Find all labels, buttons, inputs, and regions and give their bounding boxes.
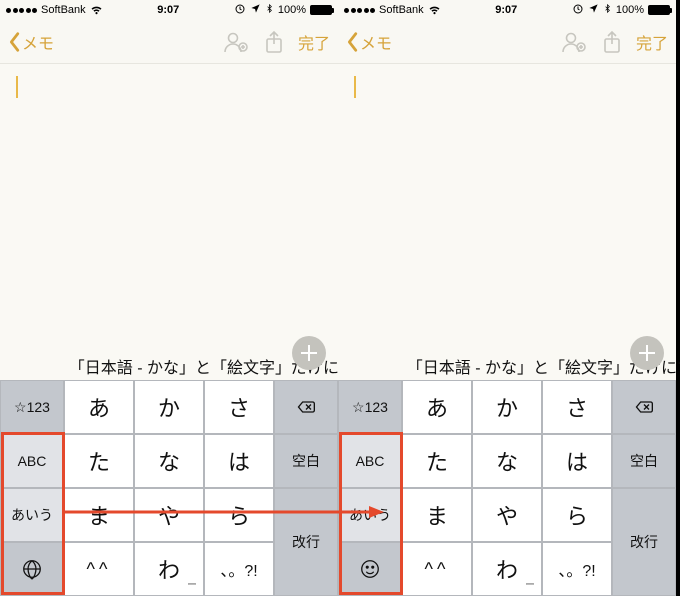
- share-icon[interactable]: [264, 30, 284, 54]
- text-cursor: [354, 76, 356, 98]
- wifi-icon: [428, 2, 441, 18]
- key-abc-mode[interactable]: ABC: [0, 434, 64, 488]
- key-return[interactable]: 改行: [612, 488, 676, 596]
- key-caret[interactable]: ^^: [402, 542, 472, 596]
- key-a[interactable]: あ: [402, 380, 472, 434]
- share-icon[interactable]: [602, 30, 622, 54]
- key-punct[interactable]: 、。?!: [542, 542, 612, 596]
- key-ha[interactable]: は: [542, 434, 612, 488]
- globe-icon: [21, 558, 43, 580]
- key-wa[interactable]: わ ー: [134, 542, 204, 596]
- rotation-lock-icon: [572, 3, 584, 18]
- clock: 9:07: [495, 4, 517, 16]
- key-kana-mode[interactable]: あいう: [338, 488, 402, 542]
- signal-dots-icon: [6, 8, 37, 13]
- key-emoji[interactable]: [338, 542, 402, 596]
- bluetooth-icon: [603, 2, 612, 18]
- key-wa[interactable]: わ ー: [472, 542, 542, 596]
- battery-icon: [648, 5, 670, 15]
- done-button[interactable]: 完了: [298, 30, 330, 54]
- status-bar: SoftBank 9:07 100%: [338, 0, 676, 20]
- key-backspace[interactable]: [612, 380, 676, 434]
- battery-icon: [310, 5, 332, 15]
- key-na[interactable]: な: [134, 434, 204, 488]
- phone-left: SoftBank 9:07 100% メモ: [0, 0, 338, 596]
- key-na[interactable]: な: [472, 434, 542, 488]
- people-add-icon[interactable]: [560, 30, 588, 54]
- back-button[interactable]: メモ: [8, 30, 54, 54]
- key-abc-mode[interactable]: ABC: [338, 434, 402, 488]
- key-ta[interactable]: た: [402, 434, 472, 488]
- done-button[interactable]: 完了: [636, 30, 668, 54]
- emoji-icon: [359, 558, 381, 580]
- key-sa[interactable]: さ: [542, 380, 612, 434]
- add-button[interactable]: [630, 336, 664, 370]
- key-ra[interactable]: ら: [542, 488, 612, 542]
- status-bar: SoftBank 9:07 100%: [0, 0, 338, 20]
- key-backspace[interactable]: [274, 380, 338, 434]
- phone-right: SoftBank 9:07 100% メモ: [338, 0, 676, 596]
- key-num-mode[interactable]: ☆123: [338, 380, 402, 434]
- wifi-icon: [90, 2, 103, 18]
- nav-bar: メモ 完了: [0, 20, 338, 64]
- back-label: メモ: [22, 30, 54, 54]
- signal-dots-icon: [344, 8, 375, 13]
- backspace-icon: [293, 397, 319, 417]
- key-ya[interactable]: や: [472, 488, 542, 542]
- battery-percent: 100%: [278, 4, 306, 16]
- carrier-label: SoftBank: [379, 4, 424, 16]
- key-ma[interactable]: ま: [402, 488, 472, 542]
- key-ka[interactable]: か: [134, 380, 204, 434]
- bluetooth-icon: [265, 2, 274, 18]
- key-globe[interactable]: [0, 542, 64, 596]
- text-cursor: [16, 76, 18, 98]
- key-ha[interactable]: は: [204, 434, 274, 488]
- note-body[interactable]: 「日本語 - かな」と「絵文字」だけにするとキーボードの切り替えが便利。: [0, 64, 338, 380]
- nav-bar: メモ 完了: [338, 20, 676, 64]
- key-ya[interactable]: や: [134, 488, 204, 542]
- back-label: メモ: [360, 30, 392, 54]
- add-button[interactable]: [292, 336, 326, 370]
- key-space[interactable]: 空白: [612, 434, 676, 488]
- key-num-mode[interactable]: ☆123: [0, 380, 64, 434]
- key-ta[interactable]: た: [64, 434, 134, 488]
- clock: 9:07: [157, 4, 179, 16]
- key-punct[interactable]: 、。?!: [204, 542, 274, 596]
- people-add-icon[interactable]: [222, 30, 250, 54]
- rotation-lock-icon: [234, 3, 246, 18]
- key-ma[interactable]: ま: [64, 488, 134, 542]
- backspace-icon: [631, 397, 657, 417]
- caption-text: 「日本語 - かな」と「絵文字」だけにするとキーボードの切り替えが便利。: [338, 354, 680, 378]
- carrier-label: SoftBank: [41, 4, 86, 16]
- back-button[interactable]: メモ: [346, 30, 392, 54]
- location-icon: [250, 3, 261, 17]
- key-a[interactable]: あ: [64, 380, 134, 434]
- location-icon: [588, 3, 599, 17]
- key-ra[interactable]: ら: [204, 488, 274, 542]
- key-sa[interactable]: さ: [204, 380, 274, 434]
- key-space[interactable]: 空白: [274, 434, 338, 488]
- battery-percent: 100%: [616, 4, 644, 16]
- key-kana-mode[interactable]: あいう: [0, 488, 64, 542]
- key-ka[interactable]: か: [472, 380, 542, 434]
- note-body[interactable]: 「日本語 - かな」と「絵文字」だけにするとキーボードの切り替えが便利。: [338, 64, 676, 380]
- key-caret[interactable]: ^^: [64, 542, 134, 596]
- keyboard: ☆123 あ か さ ABC た な は 空白 あいう ま や ら 改行 ^^ …: [0, 380, 338, 596]
- keyboard: ☆123 あ か さ ABC た な は 空白 あいう ま や ら 改行 ^^ …: [338, 380, 676, 596]
- key-return[interactable]: 改行: [274, 488, 338, 596]
